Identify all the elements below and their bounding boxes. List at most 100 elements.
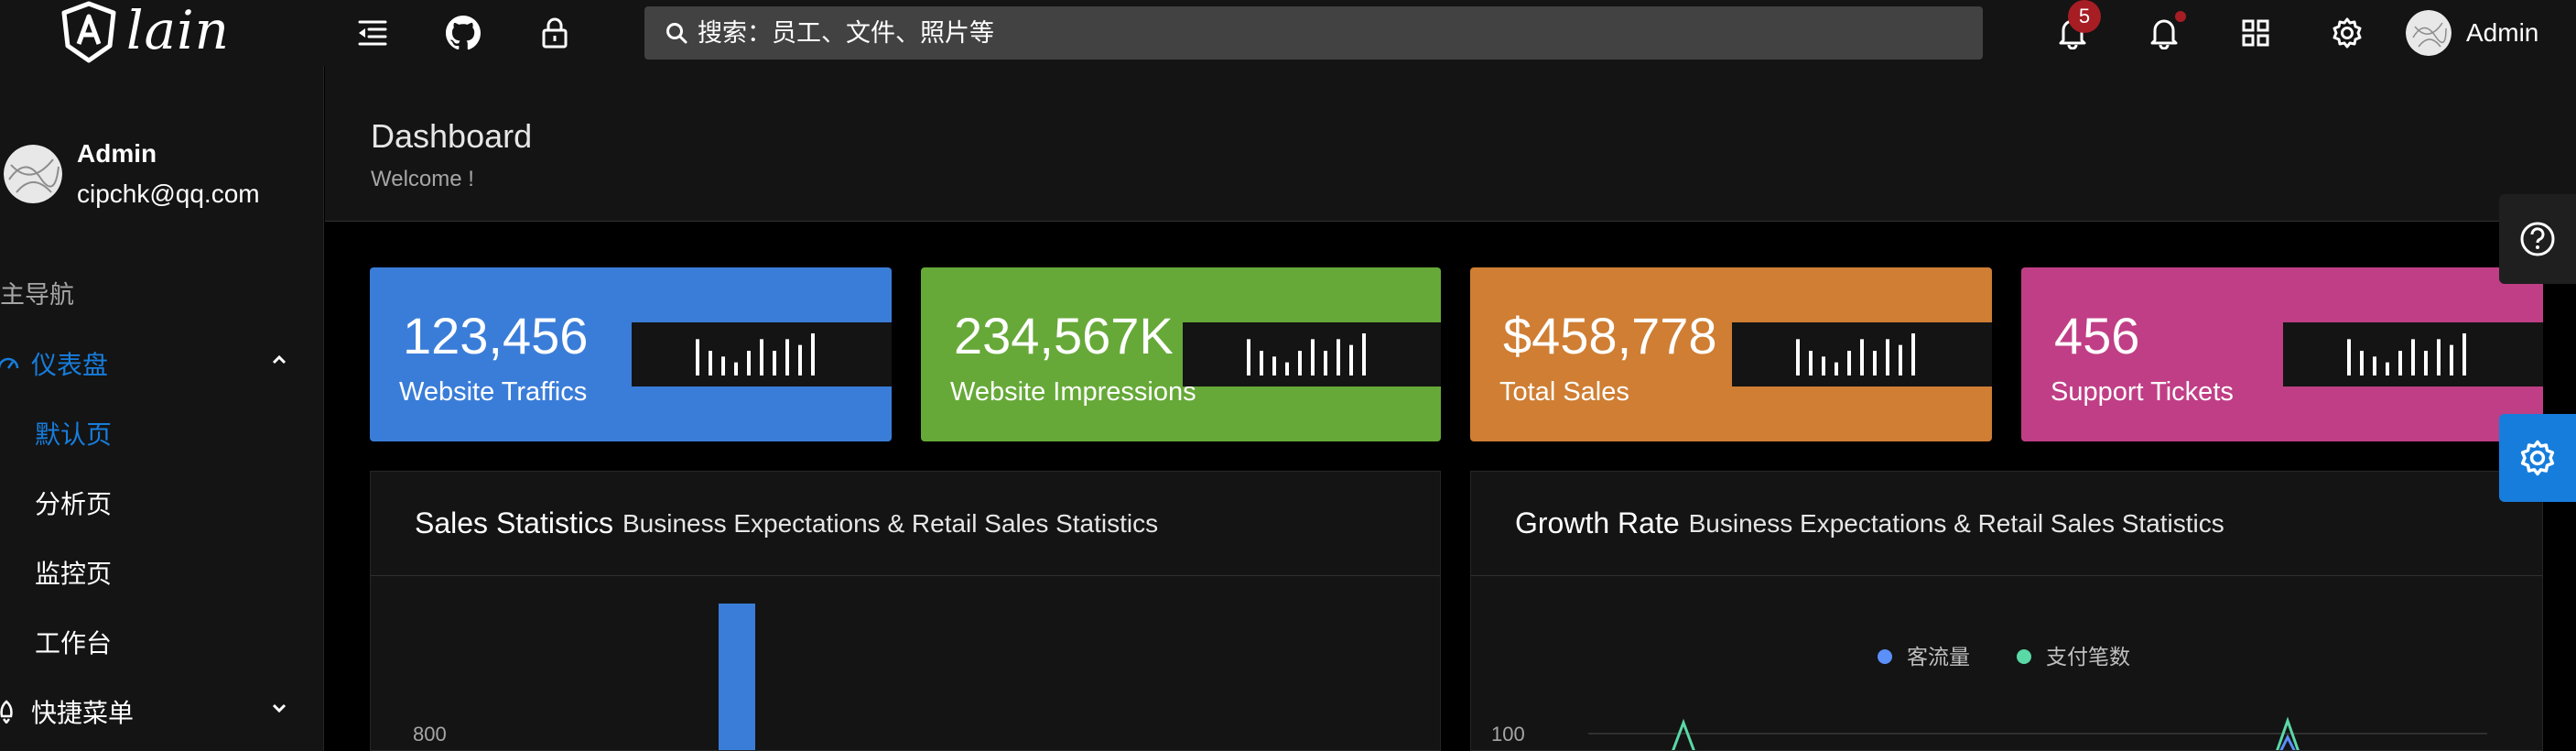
sparkline-chart	[1183, 322, 1441, 386]
panel-header: Growth Rate Business Expectations & Reta…	[1471, 472, 2542, 576]
legend-label-b: 支付笔数	[2046, 646, 2130, 669]
sparkline-bar	[747, 351, 751, 376]
panel-header: Sales Statistics Business Expectations &…	[371, 472, 1440, 576]
task-dot-badge	[2175, 11, 2186, 22]
sparkline-bar	[734, 362, 738, 376]
sparkline-bar	[798, 344, 802, 376]
sparkline-bar	[1362, 333, 1366, 376]
y-tick-label: 800	[413, 723, 447, 746]
sparkline-bar	[1822, 356, 1825, 376]
sparkline-bar	[785, 339, 789, 376]
sidebar-item-dashboard[interactable]: 仪表盘	[0, 337, 323, 390]
sparkline-bar	[1272, 356, 1276, 376]
question-circle-icon	[2520, 222, 2555, 256]
sidebar-item-monitor-page[interactable]: 监控页	[0, 546, 323, 599]
user-name: Admin	[2466, 18, 2539, 47]
settings-gear-icon[interactable]	[2327, 13, 2367, 53]
sidebar-avatar	[4, 145, 62, 203]
sparkline-bar	[1796, 339, 1800, 376]
sparkline-bar	[2450, 344, 2453, 376]
sidebar-item-label: 默认页	[35, 419, 113, 450]
sidebar-item-default-page[interactable]: 默认页	[0, 407, 323, 460]
dashboard-icon	[0, 357, 19, 369]
series-line-b	[1672, 718, 1695, 750]
user-menu[interactable]: Admin	[2406, 9, 2538, 57]
sidebar-user-name: Admin	[77, 139, 157, 168]
sparkline-bar	[2424, 351, 2428, 376]
sparkline-bar	[1285, 362, 1289, 376]
sparkline-bar	[696, 339, 699, 376]
page-subtitle: Welcome !	[371, 167, 474, 191]
sidebar-item-label: 分析页	[35, 489, 113, 519]
top-header: lain 5 Admin	[0, 0, 2576, 66]
sparkline-bar	[2437, 339, 2441, 376]
sparkline-bar	[2360, 351, 2364, 376]
page-header: Dashboard Welcome !	[325, 66, 2576, 222]
chevron-down-icon	[272, 703, 287, 713]
sidebar-item-label: 仪表盘	[31, 350, 109, 380]
sparkline-bar	[1835, 362, 1838, 376]
sparkline-bar	[1899, 344, 1902, 376]
stat-label: Website Traffics	[399, 377, 588, 407]
sales-statistics-panel: Sales Statistics Business Expectations &…	[370, 471, 1441, 751]
sidebar: Admin cipchk@qq.com 主导航 仪表盘 默认页 分析页 监控页 …	[0, 66, 324, 751]
sparkline-bar	[1911, 333, 1915, 376]
sparkline-bar	[2347, 339, 2351, 376]
chart-bar	[719, 604, 755, 750]
stat-value: 234,567K	[954, 307, 1174, 365]
sparkline-bar	[760, 339, 763, 376]
sidebar-user-email: cipchk@qq.com	[77, 180, 260, 208]
apps-grid-icon[interactable]	[2235, 13, 2276, 53]
stat-value: 123,456	[403, 307, 589, 365]
sparkline-bar	[2398, 351, 2402, 376]
github-icon[interactable]	[443, 13, 483, 53]
sparkline-bar	[773, 351, 776, 376]
stat-card-tickets: 456 Support Tickets	[2021, 267, 2543, 441]
stat-card-traffic: 123,456 Website Traffics	[370, 267, 892, 441]
user-avatar	[2406, 10, 2452, 56]
sparkline-bar	[1247, 339, 1250, 376]
stat-label: Support Tickets	[2051, 377, 2234, 407]
legend-marker-a	[1878, 649, 1892, 664]
sparkline-chart	[632, 322, 892, 386]
sparkline-bar	[1324, 351, 1327, 376]
sparkline-bar	[2411, 339, 2415, 376]
theme-settings-button[interactable]	[2499, 414, 2576, 502]
sparkline-chart	[2283, 322, 2543, 386]
growth-line-chart: 客流量 支付笔数 100	[1491, 646, 2487, 750]
sparkline-bar	[1298, 351, 1302, 376]
stat-label: Total Sales	[1499, 377, 1629, 407]
sidebar-item-label: 工作台	[35, 628, 113, 658]
sparkline-bar	[1809, 351, 1813, 376]
sparkline-bar	[1873, 351, 1877, 376]
sparkline-bar	[1886, 339, 1889, 376]
search-bar[interactable]	[644, 6, 1983, 60]
sidebar-item-analysis-page[interactable]: 分析页	[0, 476, 323, 529]
chevron-up-icon	[272, 354, 287, 365]
stat-card-impressions: 234,567K Website Impressions	[921, 267, 1441, 441]
legend-label-a: 客流量	[1907, 646, 1970, 669]
sparkline-bar	[1260, 351, 1263, 376]
sparkline-bar	[721, 356, 725, 376]
stat-label: Website Impressions	[950, 377, 1196, 407]
sparkline-bar	[2373, 356, 2376, 376]
search-input[interactable]	[698, 18, 1888, 48]
logo[interactable]: lain	[59, 0, 230, 66]
legend-marker-b	[2017, 649, 2031, 664]
stat-value: 456	[2054, 307, 2140, 365]
help-button[interactable]	[2499, 194, 2576, 284]
stat-value: $458,778	[1503, 307, 1717, 365]
sparkline-bar	[1311, 339, 1315, 376]
sales-bar-chart: 800	[413, 604, 755, 750]
sidebar-item-workplace[interactable]: 工作台	[0, 615, 323, 669]
sidebar-item-label: 快捷菜单	[31, 698, 135, 728]
sidebar-user-profile[interactable]: Admin cipchk@qq.com	[0, 139, 260, 209]
growth-rate-panel: Growth Rate Business Expectations & Reta…	[1470, 471, 2543, 751]
menu-fold-icon[interactable]	[352, 13, 392, 53]
sidebar-item-shortcut-menu[interactable]: 快捷菜单	[0, 685, 323, 738]
panel-title: Growth Rate	[1515, 506, 1680, 539]
sparkline-bar	[1337, 339, 1340, 376]
sparkline-bar	[1349, 344, 1353, 376]
panel-subtitle: Business Expectations & Retail Sales Sta…	[1688, 508, 2224, 538]
lock-icon[interactable]	[535, 13, 575, 53]
